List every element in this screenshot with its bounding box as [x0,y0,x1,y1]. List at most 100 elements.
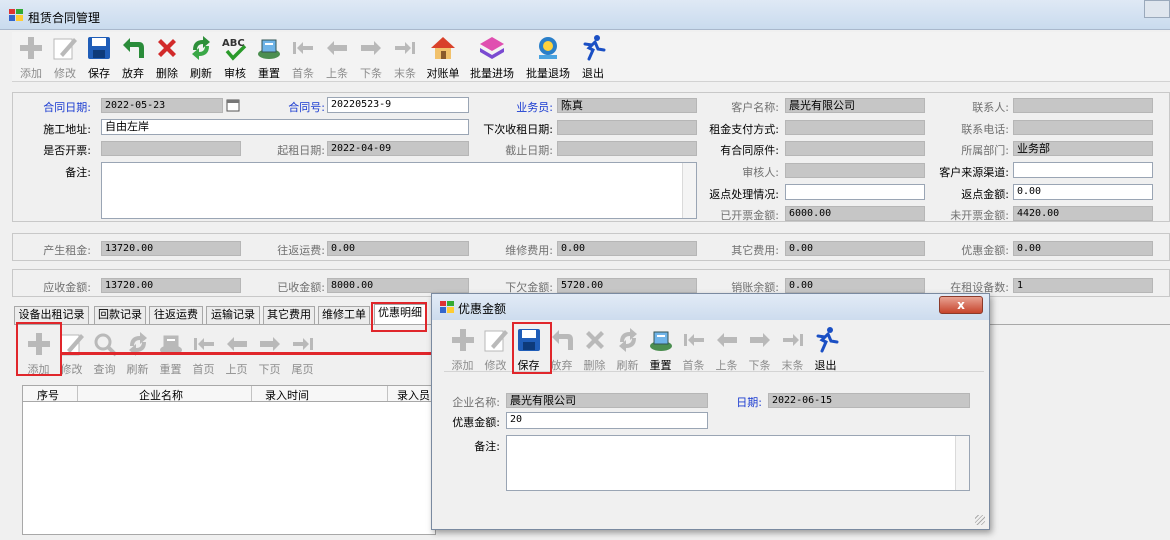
last-button[interactable]: 末条 [388,34,422,80]
tab-repair-orders[interactable]: 维修工单 [318,306,370,324]
freight-field[interactable]: 0.00 [327,241,469,256]
col-company[interactable]: 企业名称 [139,387,183,403]
dept-field[interactable]: 业务部 [1013,141,1153,156]
batch-out-icon [539,37,557,59]
refresh-label: 刷新 [616,359,639,372]
first-button[interactable]: 首条 [286,34,320,80]
owed-field[interactable]: 5720.00 [557,278,697,293]
dept-label: 所属部门: [961,144,1009,157]
other-fee-field[interactable]: 0.00 [785,241,925,256]
tab-transport[interactable]: 运输记录 [206,306,260,324]
original-field[interactable] [785,141,925,156]
contract-no-input[interactable]: 20220523-9 [327,97,469,113]
contact-field[interactable] [1013,98,1153,113]
batch-in-button[interactable]: 批量进场 [464,34,520,80]
auditor-field[interactable] [785,163,925,178]
window-close-button[interactable] [1144,0,1170,18]
plus-icon [451,329,474,351]
statement-button[interactable]: 对账单 [422,34,464,80]
salesman-field[interactable]: 陈真 [557,98,697,113]
calendar-icon[interactable] [226,98,240,112]
next-button[interactable]: 下条 [354,34,388,80]
col-index[interactable]: 序号 [37,387,59,403]
channel-input[interactable] [1013,162,1153,178]
contract-date-field[interactable]: 2022-05-23 [101,98,223,113]
receivable-label: 应收金额: [43,281,91,294]
invoiced-label: 已开票金额: [720,209,779,222]
edit-label: 修改 [54,67,76,80]
prev-button[interactable]: 上条 [710,326,743,372]
customer-field[interactable]: 晨光有限公司 [785,98,925,113]
refresh-icon [618,328,637,352]
dialog-date-label: 日期: [736,396,762,409]
end-date-field[interactable] [557,141,697,156]
equipment-field[interactable]: 1 [1013,278,1153,293]
rebate-amount-input[interactable]: 0.00 [1013,184,1153,200]
received-field[interactable]: 8000.00 [327,278,469,293]
invoice-field[interactable] [101,141,241,156]
dialog-amount-input[interactable]: 20 [506,412,708,429]
next-collect-field[interactable] [557,120,697,135]
prev-button[interactable]: 上条 [320,34,354,80]
tab-freight[interactable]: 往返运费 [149,306,203,324]
site-input[interactable]: 自由左岸 [101,119,469,135]
delete-button[interactable]: 删除 [578,326,611,372]
remark-scrollbar[interactable] [682,163,696,218]
col-operator[interactable]: 录入员 [397,387,430,403]
start-date-field[interactable]: 2022-04-09 [327,141,469,156]
add-button[interactable]: 添加 [14,34,48,80]
last-label: 末条 [394,67,416,80]
first-button[interactable]: 首条 [677,326,710,372]
dialog-close-button[interactable]: x [939,296,983,314]
edit-button[interactable]: 修改 [479,326,512,372]
exit-button[interactable]: 退出 [576,34,610,80]
freight-label: 往返运费: [277,244,325,257]
save-button[interactable]: 保存 [82,34,116,80]
discount-field[interactable]: 0.00 [1013,241,1153,256]
dialog-remark-scrollbar[interactable] [955,436,969,490]
pay-method-field[interactable] [785,120,925,135]
rebate-status-label: 返点处理情况: [709,188,779,201]
receivable-field[interactable]: 13720.00 [101,278,241,293]
dialog-title: 优惠金额 [458,302,507,316]
rebate-status-input[interactable] [785,184,925,200]
refresh-label: 刷新 [190,67,212,80]
writeoff-field[interactable]: 0.00 [785,278,925,293]
phone-field[interactable] [1013,120,1153,135]
grid-body[interactable] [22,402,436,535]
add-button[interactable]: 添加 [446,326,479,372]
fees-panel: 产生租金: 13720.00 往返运费: 0.00 维修费用: 0.00 其它费… [12,233,1170,261]
tab-other-fees[interactable]: 其它费用 [263,306,315,324]
edit-label: 修改 [484,359,507,372]
dialog-date-field[interactable]: 2022-06-15 [768,393,970,408]
app-icon [9,9,23,21]
col-entry-time[interactable]: 录入时间 [265,387,309,403]
next-button[interactable]: 下条 [743,326,776,372]
dialog-company-field[interactable]: 晨光有限公司 [506,393,708,408]
col-separator [387,386,388,401]
dialog-remark-textarea[interactable] [506,435,970,491]
resize-grip[interactable] [975,515,985,525]
audit-button[interactable]: ABC 审核 [218,34,252,80]
discard-button[interactable]: 放弃 [116,34,150,80]
uninvoiced-field[interactable]: 4420.00 [1013,206,1153,221]
start-date-label: 起租日期: [277,144,325,157]
batch-out-button[interactable]: 批量退场 [520,34,576,80]
prev-icon [716,333,737,347]
remark-textarea[interactable] [101,162,697,219]
rent-field[interactable]: 13720.00 [101,241,241,256]
edit-button[interactable]: 修改 [48,34,82,80]
tab-payment-records[interactable]: 回款记录 [94,306,146,324]
repair-field[interactable]: 0.00 [557,241,697,256]
col-separator [77,386,78,401]
discount-dialog: 优惠金额 x 添加 修改 保存 放弃 删除 刷新 重置 首条 上条 下条 末条 退出 企业名称: 晨光… [431,293,990,530]
reset-button[interactable]: 重置 [252,34,286,80]
refresh-button[interactable]: 刷新 [611,326,644,372]
refresh-button[interactable]: 刷新 [184,34,218,80]
reset-button[interactable]: 重置 [644,326,677,372]
batch-in-label: 批量进场 [470,67,514,80]
exit-button[interactable]: 退出 [809,326,842,372]
invoiced-field[interactable]: 6000.00 [785,206,925,221]
last-button[interactable]: 末条 [776,326,809,372]
delete-button[interactable]: 删除 [150,34,184,80]
